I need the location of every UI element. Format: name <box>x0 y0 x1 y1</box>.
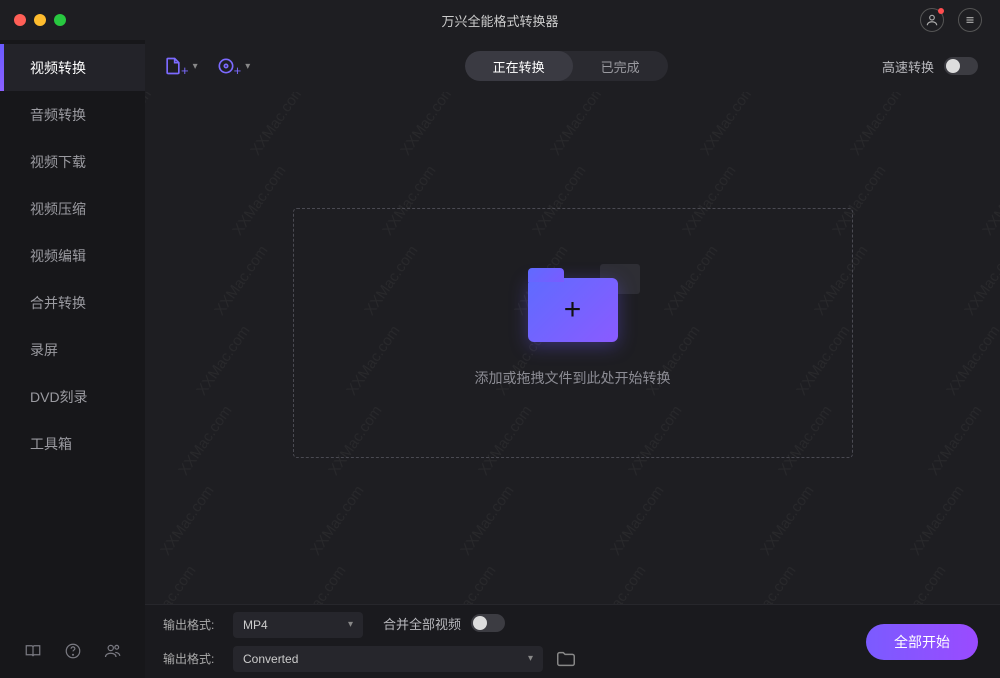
tab-converting[interactable]: 正在转换 <box>465 51 573 81</box>
button-label: 全部开始 <box>894 632 950 652</box>
drop-zone[interactable]: + 添加或拖拽文件到此处开始转换 <box>293 208 853 458</box>
output-format-select[interactable]: MP4 ▾ <box>233 612 363 638</box>
fast-convert-label: 高速转换 <box>882 57 934 76</box>
sidebar-item-label: 合并转换 <box>30 293 86 313</box>
fast-convert-toggle[interactable] <box>944 57 978 75</box>
notification-dot <box>938 8 944 14</box>
sidebar-item-screen-record[interactable]: 录屏 <box>0 326 145 373</box>
sidebar-item-video-edit[interactable]: 视频编辑 <box>0 232 145 279</box>
footer: 输出格式: MP4 ▾ 合并全部视频 输出格式: Converted ▾ <box>145 604 1000 678</box>
sidebar-item-label: 录屏 <box>30 340 58 360</box>
tab-label: 正在转换 <box>493 57 545 76</box>
maximize-window-button[interactable] <box>54 14 66 26</box>
select-value: MP4 <box>243 618 268 632</box>
output-format-label: 输出格式: <box>163 616 221 633</box>
status-tab-group: 正在转换 已完成 <box>465 51 668 81</box>
titlebar: 万兴全能格式转换器 <box>0 0 1000 40</box>
select-value: Converted <box>243 652 298 666</box>
window-controls <box>0 14 66 26</box>
sidebar-item-video-compress[interactable]: 视频压缩 <box>0 185 145 232</box>
chevron-down-icon: ▾ <box>245 61 250 72</box>
sidebar-item-label: 音频转换 <box>30 105 86 125</box>
sidebar-item-merge-convert[interactable]: 合并转换 <box>0 279 145 326</box>
sidebar-item-label: 视频编辑 <box>30 246 86 266</box>
merge-all-label: 合并全部视频 <box>383 614 461 633</box>
help-icon[interactable] <box>64 642 82 660</box>
account-icon[interactable] <box>920 8 944 32</box>
minimize-window-button[interactable] <box>34 14 46 26</box>
sidebar: 视频转换 音频转换 视频下载 视频压缩 视频编辑 合并转换 录屏 DVD刻录 工… <box>0 40 145 678</box>
output-path-select[interactable]: Converted ▾ <box>233 646 543 672</box>
sidebar-item-label: 视频转换 <box>30 58 86 78</box>
sidebar-item-label: 视频压缩 <box>30 199 86 219</box>
add-disc-button[interactable]: + ▾ <box>216 55 251 78</box>
sidebar-item-label: 视频下载 <box>30 152 86 172</box>
sidebar-item-video-convert[interactable]: 视频转换 <box>0 44 145 91</box>
toolbar: + ▾ + ▾ 正在转换 已完成 高速转换 <box>145 40 1000 92</box>
chevron-down-icon: ▾ <box>528 653 533 664</box>
sidebar-item-label: 工具箱 <box>30 434 72 454</box>
menu-icon[interactable] <box>958 8 982 32</box>
add-file-button[interactable]: + ▾ <box>163 55 198 78</box>
start-all-button[interactable]: 全部开始 <box>866 624 978 660</box>
tab-label: 已完成 <box>601 57 640 76</box>
chevron-down-icon: ▾ <box>348 619 353 630</box>
sidebar-item-toolbox[interactable]: 工具箱 <box>0 420 145 467</box>
sidebar-item-video-download[interactable]: 视频下载 <box>0 138 145 185</box>
sidebar-item-dvd-burn[interactable]: DVD刻录 <box>0 373 145 420</box>
chevron-down-icon: ▾ <box>193 61 198 72</box>
merge-all-toggle[interactable] <box>471 614 505 632</box>
folder-icon: + <box>528 278 618 342</box>
sidebar-item-audio-convert[interactable]: 音频转换 <box>0 91 145 138</box>
close-window-button[interactable] <box>14 14 26 26</box>
window-title: 万兴全能格式转换器 <box>0 11 1000 30</box>
drop-zone-text: 添加或拖拽文件到此处开始转换 <box>475 368 671 388</box>
sidebar-item-label: DVD刻录 <box>30 387 88 407</box>
output-path-label: 输出格式: <box>163 650 221 667</box>
tab-completed[interactable]: 已完成 <box>573 51 668 81</box>
book-icon[interactable] <box>24 642 42 660</box>
users-icon[interactable] <box>104 642 122 660</box>
browse-folder-icon[interactable] <box>555 648 577 670</box>
